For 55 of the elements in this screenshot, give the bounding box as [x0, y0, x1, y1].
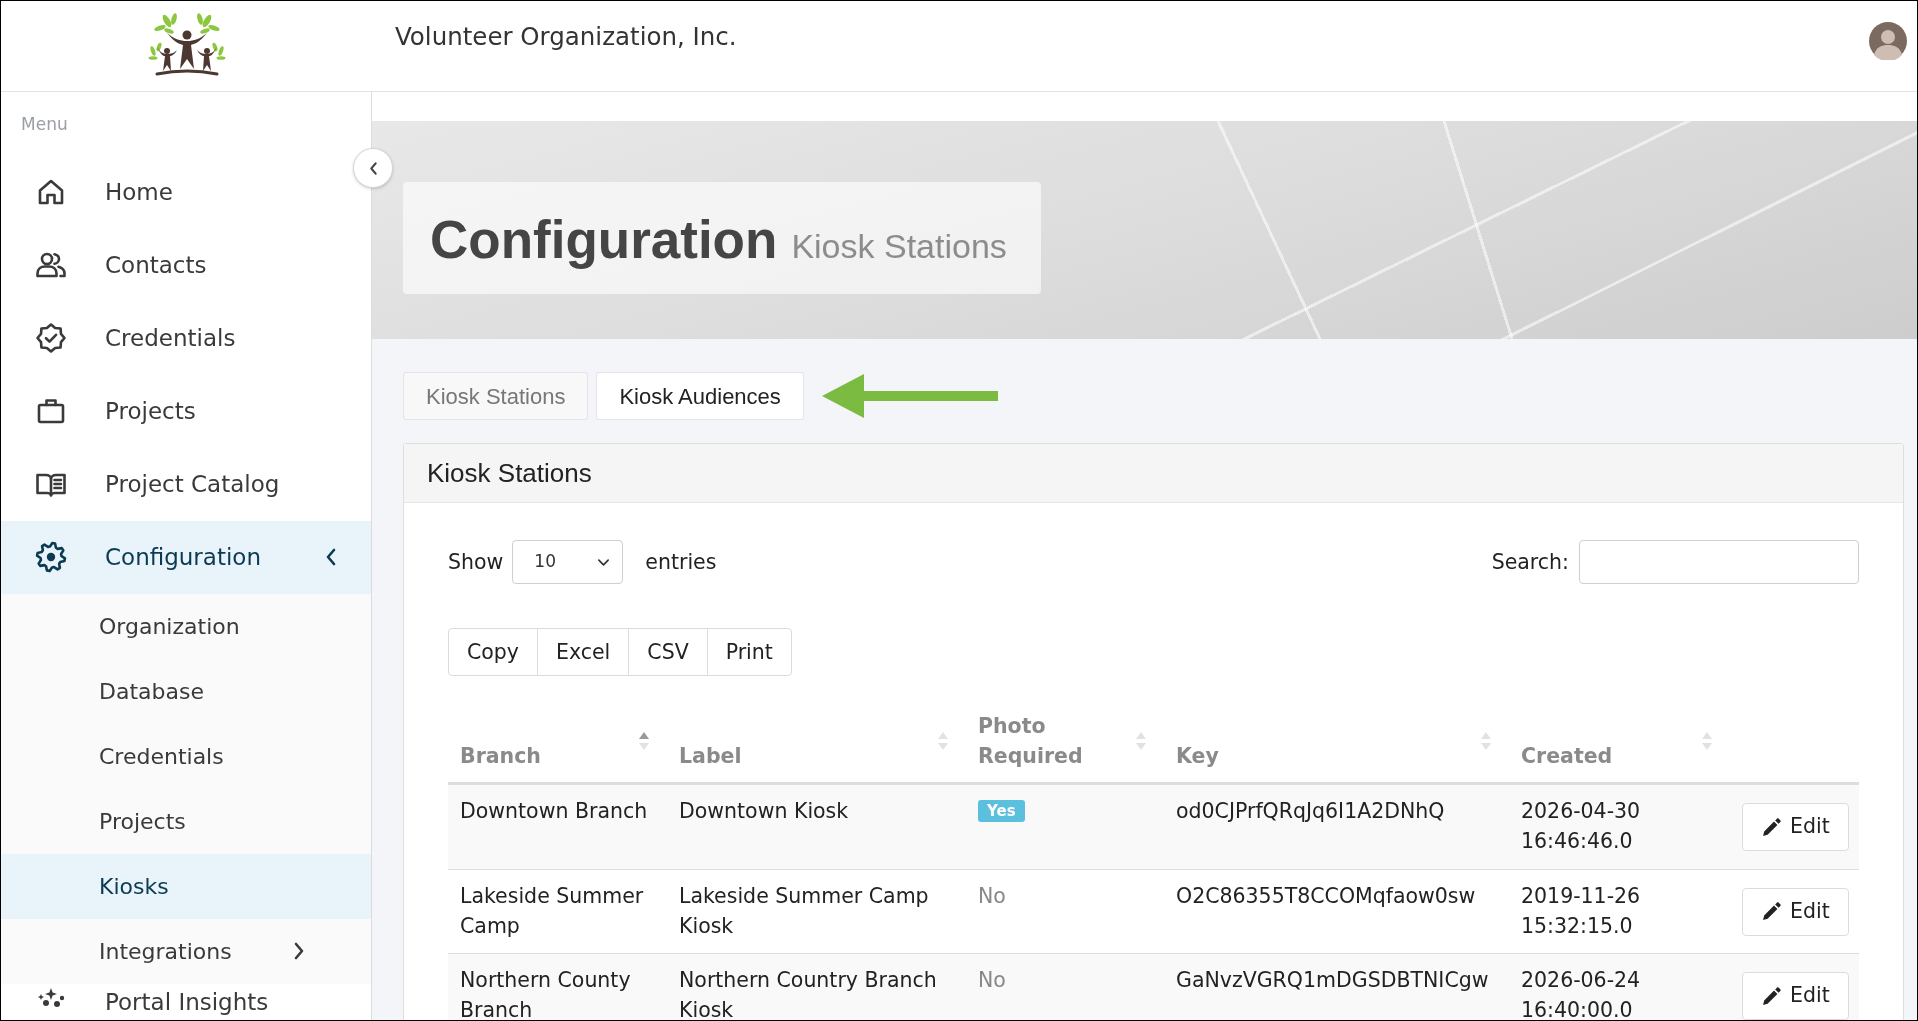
pencil-icon [1761, 901, 1782, 923]
table-cell: Downtown Kiosk [667, 783, 966, 870]
table-cell: Northern County Branch [448, 953, 667, 1020]
search-label: Search: [1491, 548, 1569, 576]
table-cell: Downtown Branch [448, 783, 667, 870]
entries-label: entries [645, 548, 717, 576]
status-badge: Yes [978, 800, 1025, 823]
avatar-icon[interactable] [1869, 22, 1907, 60]
sidebar-item[interactable]: Project Catalog [1, 447, 371, 521]
tab[interactable]: Kiosk Audiences [596, 372, 804, 420]
search-field[interactable] [1579, 540, 1859, 584]
sidebar-item[interactable]: Home [1, 155, 371, 229]
edit-button[interactable]: Edit [1742, 887, 1849, 936]
sidebar-item[interactable]: Portal Insights [1, 983, 371, 1020]
show-label: Show [448, 548, 504, 576]
table-cell: GaNvzVGRQ1mDGSDBTNICgw [1164, 953, 1509, 1020]
table-cell: 2019-11-26 15:32:15.0 [1509, 869, 1730, 954]
menu-heading: Menu [20, 113, 69, 136]
sidebar-item[interactable]: Credentials [1, 301, 371, 375]
table-cell: 2026-04-30 16:46:46.0 [1509, 783, 1730, 870]
entries-select[interactable]: 10 [512, 540, 624, 584]
tab[interactable]: Kiosk Stations [403, 372, 589, 420]
table-cell: Lakeside Summer Camp [448, 869, 667, 954]
organization-name: Volunteer Organization, Inc. [395, 22, 737, 52]
pencil-icon [1761, 985, 1782, 1007]
edit-button[interactable]: Edit [1742, 803, 1849, 852]
badge-check-icon [35, 322, 67, 354]
submenu-item[interactable]: Integrations [1, 918, 371, 984]
submenu-item[interactable]: Kiosks [1, 853, 371, 919]
pencil-icon [1761, 816, 1782, 838]
page-subtitle: Kiosk Stations [791, 229, 1007, 263]
table-cell: Northern Country Branch Kiosk [667, 953, 966, 1020]
sidebar-item[interactable]: Contacts [1, 228, 371, 302]
table-cell: od0CJPrfQRqJq6I1A2DNhQ [1164, 783, 1509, 870]
chevron-left-icon [368, 160, 378, 176]
left-arrow-icon [821, 374, 998, 418]
submenu-item[interactable]: Credentials [1, 723, 371, 789]
edit-button[interactable]: Edit [1742, 972, 1849, 1020]
caret-icon [597, 557, 611, 567]
table-cell: 2026-06-24 16:40:00.0 [1509, 953, 1730, 1020]
table-cell: Lakeside Summer Camp Kiosk [667, 869, 966, 954]
gear-icon [35, 541, 67, 573]
table-cell: O2C86355T8CCOMqfaow0sw [1164, 869, 1509, 954]
export-button[interactable]: Print [706, 628, 792, 676]
sidebar-item[interactable]: Projects [1, 374, 371, 448]
table-cell: No [966, 869, 1164, 954]
submenu-item[interactable]: Projects [1, 788, 371, 854]
table-cell: No [966, 953, 1164, 1020]
panel-header: Kiosk Stations [404, 444, 1903, 503]
submenu-item[interactable]: Organization [1, 593, 371, 659]
sidebar-item[interactable]: Configuration [1, 520, 371, 594]
export-button[interactable]: Copy [448, 628, 538, 676]
export-button[interactable]: Excel [537, 628, 630, 676]
export-button[interactable]: CSV [628, 628, 708, 676]
submenu-item[interactable]: Database [1, 658, 371, 724]
